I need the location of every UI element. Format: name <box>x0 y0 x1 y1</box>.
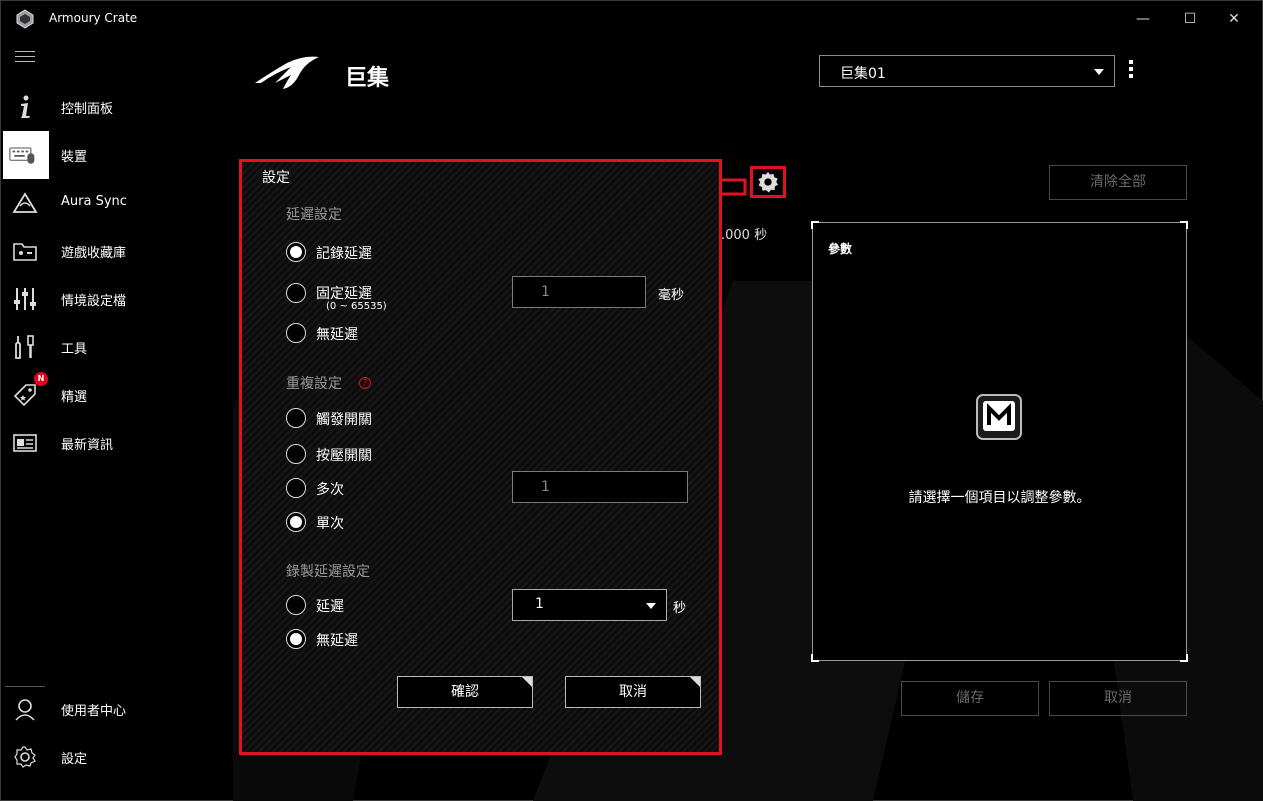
sidebar-item-settings[interactable]: 設定 <box>1 735 231 779</box>
confirm-button[interactable]: 確認 <box>397 676 533 708</box>
app-window: Armoury Crate — ☐ ✕ 控制面板 裝置 Aura Sync 遊戲… <box>0 0 1263 801</box>
sidebar-item-label: 使用者中心 <box>61 704 127 719</box>
sidebar-item-tools[interactable]: 工具 <box>1 325 231 369</box>
chevron-down-icon <box>646 603 656 609</box>
sidebar-item-label: 遊戲收藏庫 <box>61 246 127 261</box>
gear-icon <box>758 171 779 193</box>
radio-label: 單次 <box>316 516 344 532</box>
keyboard-mouse-icon <box>9 141 37 169</box>
new-badge: N <box>34 372 48 386</box>
record-delay-select[interactable]: 1 <box>512 589 667 621</box>
radio-record-delay[interactable] <box>286 242 306 262</box>
menu-toggle-icon[interactable] <box>15 51 35 65</box>
cancel-button[interactable]: 取消 <box>1049 681 1187 716</box>
delay-section-title: 延遲設定 <box>286 207 342 223</box>
radio-hold[interactable] <box>286 444 306 464</box>
radio-toggle[interactable] <box>286 408 306 428</box>
radio-record-with-delay[interactable] <box>286 595 306 615</box>
sidebar-item-scenario-profiles[interactable]: 情境設定檔 <box>1 277 231 321</box>
params-panel: 參數 請選擇一個項目以調整參數。 <box>811 221 1188 662</box>
sidebar-item-user-center[interactable]: 使用者中心 <box>1 687 231 731</box>
seconds-label: 秒 <box>673 601 687 616</box>
aura-sync-icon <box>11 189 39 217</box>
help-icon[interactable]: ? <box>359 377 371 389</box>
app-title: Armoury Crate <box>49 11 138 25</box>
macro-settings-button[interactable] <box>750 166 786 198</box>
radio-label: 延遲 <box>316 599 344 615</box>
tag-icon <box>11 381 39 409</box>
radio-fixed-delay[interactable] <box>286 283 306 303</box>
rog-logo-icon <box>255 56 319 89</box>
more-options-icon[interactable] <box>1125 60 1137 82</box>
radio-label: 記錄延遲 <box>316 246 372 262</box>
radio-record-no-delay[interactable] <box>286 629 306 649</box>
time-readout: .000 秒 <box>721 228 768 243</box>
fixed-delay-input[interactable]: 1 <box>512 276 646 308</box>
radio-single[interactable] <box>286 512 306 532</box>
milliseconds-label: 毫秒 <box>658 288 685 303</box>
news-icon <box>11 429 39 457</box>
radio-multiple[interactable] <box>286 478 306 498</box>
minimize-button[interactable]: — <box>1131 9 1155 29</box>
sidebar-item-game-library[interactable]: 遊戲收藏庫 <box>1 229 231 273</box>
tools-icon <box>11 333 39 361</box>
sidebar-item-featured[interactable]: N 精選 <box>1 372 231 417</box>
range-note: (0 ~ 65535) <box>326 301 387 312</box>
sidebar-item-label: 控制面板 <box>61 102 114 117</box>
info-icon <box>11 93 39 121</box>
title-bar: Armoury Crate — ☐ ✕ <box>1 1 1262 37</box>
settings-dialog: 設定 延遲設定 記錄延遲 固定延遲 (0 ~ 65535) 1 毫秒 無延遲 重… <box>239 159 722 755</box>
armoury-crate-logo-icon <box>16 9 34 29</box>
sidebar-item-label: Aura Sync <box>61 194 127 209</box>
sidebar-item-devices[interactable]: 裝置 <box>1 131 231 179</box>
close-button[interactable]: ✕ <box>1222 9 1246 29</box>
sidebar-item-label: 設定 <box>61 752 88 767</box>
save-button[interactable]: 儲存 <box>901 681 1039 716</box>
radio-label: 按壓開關 <box>316 448 372 464</box>
params-title: 參數 <box>828 242 853 256</box>
radio-no-delay[interactable] <box>286 323 306 343</box>
radio-label: 觸發開關 <box>316 412 372 428</box>
record-delay-value: 1 <box>535 596 544 612</box>
repeat-count-input[interactable]: 1 <box>512 471 688 503</box>
macro-select-value: 巨集01 <box>840 66 886 82</box>
sidebar-item-label: 最新資訊 <box>61 438 114 453</box>
radio-label: 無延遲 <box>316 327 358 343</box>
params-hint: 請選擇一個項目以調整參數。 <box>908 490 1091 506</box>
sidebar-item-news[interactable]: 最新資訊 <box>1 421 231 465</box>
game-library-icon <box>11 237 39 265</box>
record-delay-section-title: 錄製延遲設定 <box>286 564 370 580</box>
sidebar-item-label: 精選 <box>61 390 88 405</box>
sidebar-item-dashboard[interactable]: 控制面板 <box>1 85 231 129</box>
maximize-button[interactable]: ☐ <box>1178 9 1202 29</box>
user-center-icon <box>11 695 39 723</box>
radio-label: 無延遲 <box>316 633 358 649</box>
sidebar-item-label: 工具 <box>61 342 88 357</box>
clear-all-button[interactable]: 清除全部 <box>1049 165 1187 200</box>
repeat-section-title: 重複設定 <box>286 376 342 392</box>
dialog-cancel-button[interactable]: 取消 <box>565 676 701 708</box>
radio-label: 多次 <box>316 482 344 498</box>
dialog-title: 設定 <box>262 170 290 186</box>
macro-select[interactable]: 巨集01 <box>819 55 1115 87</box>
sidebar-item-label: 裝置 <box>61 150 88 165</box>
sliders-icon <box>11 285 39 313</box>
page-title: 巨集 <box>345 66 390 91</box>
chevron-down-icon <box>1094 69 1104 75</box>
macro-key-icon <box>976 394 1022 440</box>
radio-label: 固定延遲 <box>316 286 372 302</box>
gear-icon <box>11 743 39 771</box>
sidebar-item-aura-sync[interactable]: Aura Sync <box>1 181 231 225</box>
sidebar-item-label: 情境設定檔 <box>61 294 127 309</box>
